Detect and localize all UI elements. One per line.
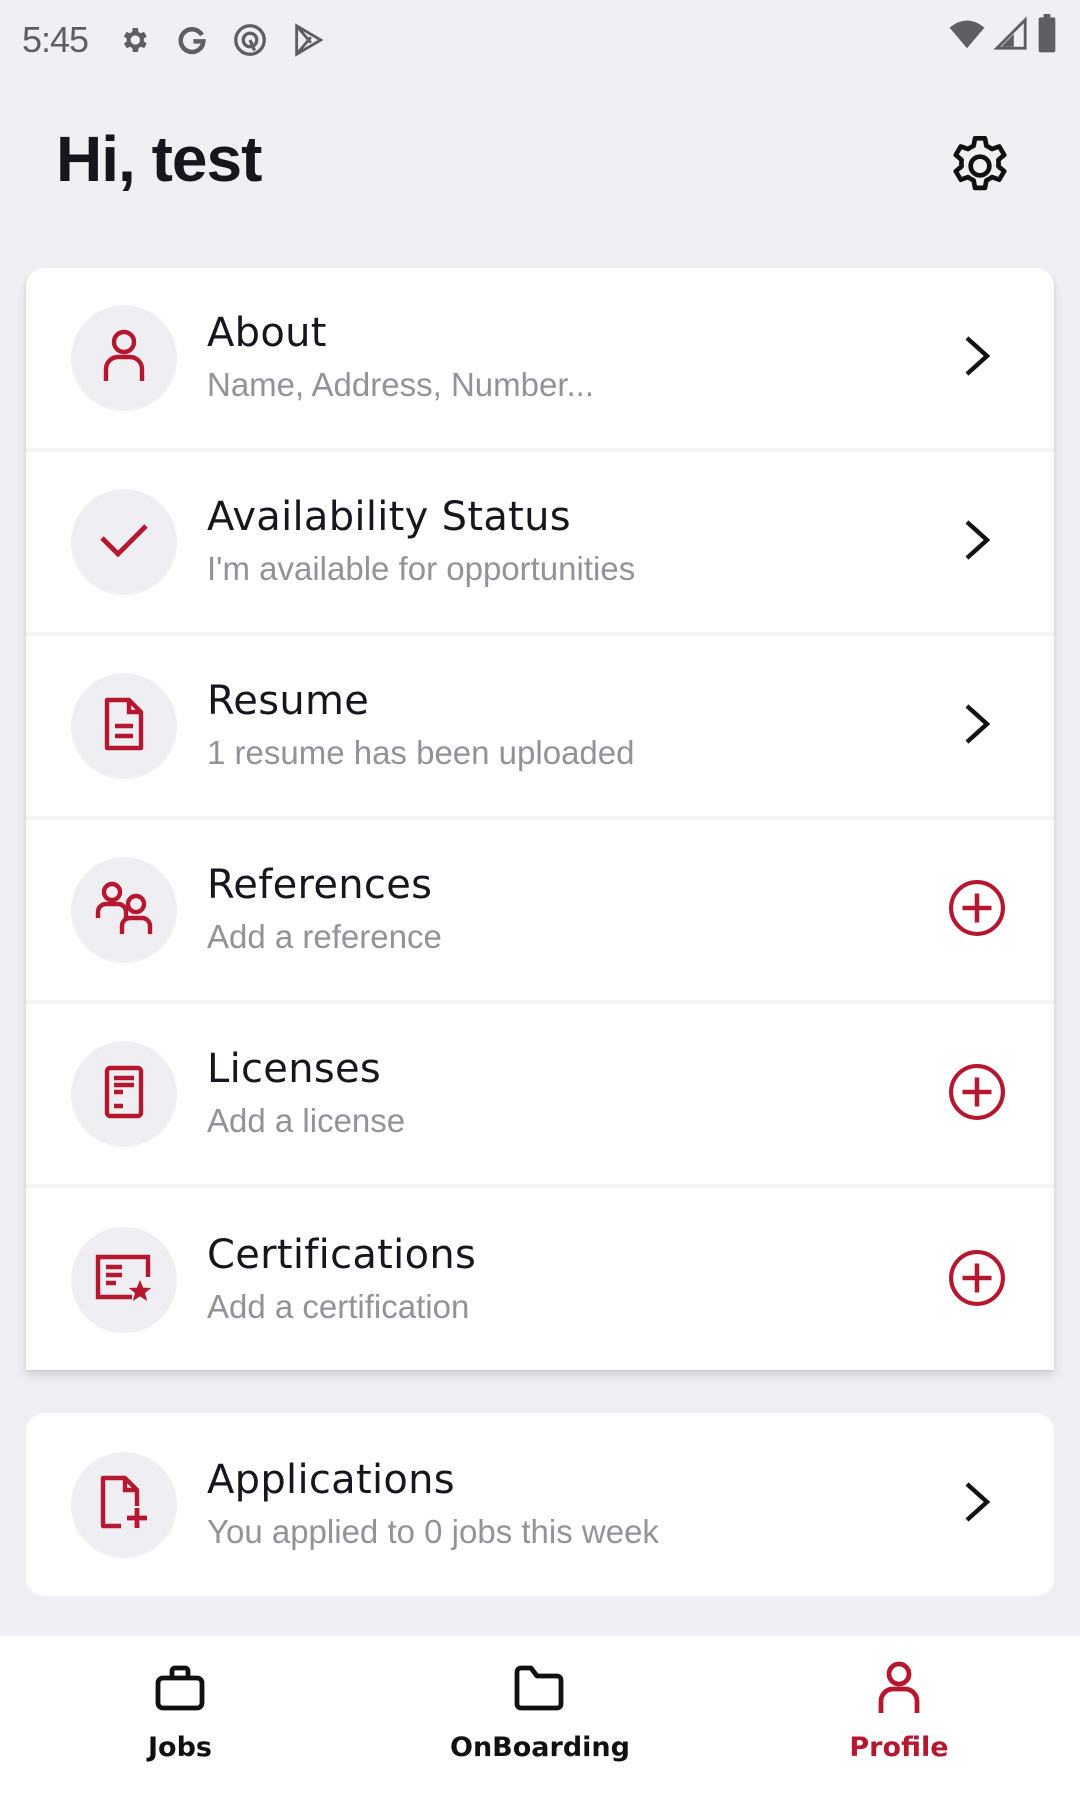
row-subtitle: I'm available for opportunities xyxy=(207,550,636,587)
chevron-right-icon xyxy=(963,1480,991,1529)
row-title: References xyxy=(207,862,433,908)
resume-icon-badge xyxy=(71,673,177,779)
row-title: Applications xyxy=(207,1456,455,1503)
plus-circle-icon xyxy=(948,1249,1006,1312)
add-license-button[interactable] xyxy=(946,1063,1008,1125)
plus-circle-icon xyxy=(948,1063,1006,1126)
row-subtitle: Add a license xyxy=(207,1102,406,1139)
references-icon-badge xyxy=(71,857,177,963)
file-add-icon xyxy=(99,1474,149,1535)
row-subtitle: 1 resume has been uploaded xyxy=(207,734,635,771)
row-subtitle: Name, Address, Number... xyxy=(207,366,594,403)
profile-sections-card: About Name, Address, Number... Availabil… xyxy=(26,268,1054,1370)
chevron-right-icon xyxy=(963,518,991,567)
page-title: Hi, test xyxy=(56,123,262,195)
row-subtitle: Add a certification xyxy=(207,1288,470,1325)
person-icon xyxy=(869,1658,929,1718)
folder-icon xyxy=(510,1658,570,1718)
nav-tab-profile[interactable]: Profile xyxy=(769,1636,1029,1794)
at-sign-icon xyxy=(232,22,268,58)
applications-row[interactable]: Applications You applied to 0 jobs this … xyxy=(26,1413,1054,1596)
row-subtitle: Add a reference xyxy=(207,918,442,955)
licenses-row[interactable]: Licenses Add a license xyxy=(26,1004,1054,1188)
certifications-row[interactable]: Certifications Add a certification xyxy=(26,1188,1054,1372)
about-open-button[interactable] xyxy=(946,327,1008,389)
nav-tab-onboarding[interactable]: OnBoarding xyxy=(410,1636,670,1794)
wifi-icon xyxy=(948,15,986,58)
bottom-navigation: Jobs OnBoarding Profile xyxy=(0,1636,1080,1794)
status-bar: 5:45 xyxy=(0,0,1080,80)
applications-open-button[interactable] xyxy=(946,1474,1008,1536)
cell-signal-icon xyxy=(993,15,1028,58)
availability-status-row[interactable]: Availability Status I'm available for op… xyxy=(26,452,1054,636)
chevron-right-icon xyxy=(963,702,991,751)
briefcase-icon xyxy=(150,1658,210,1718)
row-title: Certifications xyxy=(207,1232,477,1278)
row-subtitle: You applied to 0 jobs this week xyxy=(207,1512,659,1550)
status-time: 5:45 xyxy=(22,19,89,60)
row-title: About xyxy=(207,310,327,356)
add-reference-button[interactable] xyxy=(946,879,1008,941)
license-icon xyxy=(103,1064,145,1125)
checkmark-icon xyxy=(98,520,150,565)
document-icon xyxy=(103,696,145,757)
certifications-icon-badge xyxy=(71,1227,177,1333)
play-store-icon xyxy=(290,22,326,58)
row-title: Availability Status xyxy=(207,494,571,540)
availability-icon-badge xyxy=(71,489,177,595)
nav-tab-jobs[interactable]: Jobs xyxy=(50,1636,310,1794)
add-certification-button[interactable] xyxy=(946,1249,1008,1311)
google-g-icon xyxy=(174,22,210,58)
nav-label: OnBoarding xyxy=(450,1732,630,1763)
plus-circle-icon xyxy=(948,879,1006,942)
certificate-icon xyxy=(94,1253,154,1308)
nav-label: Profile xyxy=(849,1732,949,1763)
settings-button[interactable] xyxy=(942,130,1018,206)
about-icon-badge xyxy=(71,305,177,411)
nav-label: Jobs xyxy=(148,1732,212,1763)
chevron-right-icon xyxy=(963,334,991,383)
people-icon xyxy=(94,880,154,941)
applications-icon-badge xyxy=(71,1451,177,1558)
resume-row[interactable]: Resume 1 resume has been uploaded xyxy=(26,636,1054,820)
row-title: Licenses xyxy=(207,1046,382,1092)
row-title: Resume xyxy=(207,678,370,724)
resume-open-button[interactable] xyxy=(946,695,1008,757)
references-row[interactable]: References Add a reference xyxy=(26,820,1054,1004)
person-icon xyxy=(102,329,146,388)
about-row[interactable]: About Name, Address, Number... xyxy=(26,268,1054,452)
battery-icon xyxy=(1036,14,1058,59)
availability-open-button[interactable] xyxy=(946,511,1008,573)
licenses-icon-badge xyxy=(71,1041,177,1147)
applications-card[interactable]: Applications You applied to 0 jobs this … xyxy=(26,1413,1054,1596)
settings-gear-icon xyxy=(116,22,152,58)
gear-icon xyxy=(945,131,1015,206)
